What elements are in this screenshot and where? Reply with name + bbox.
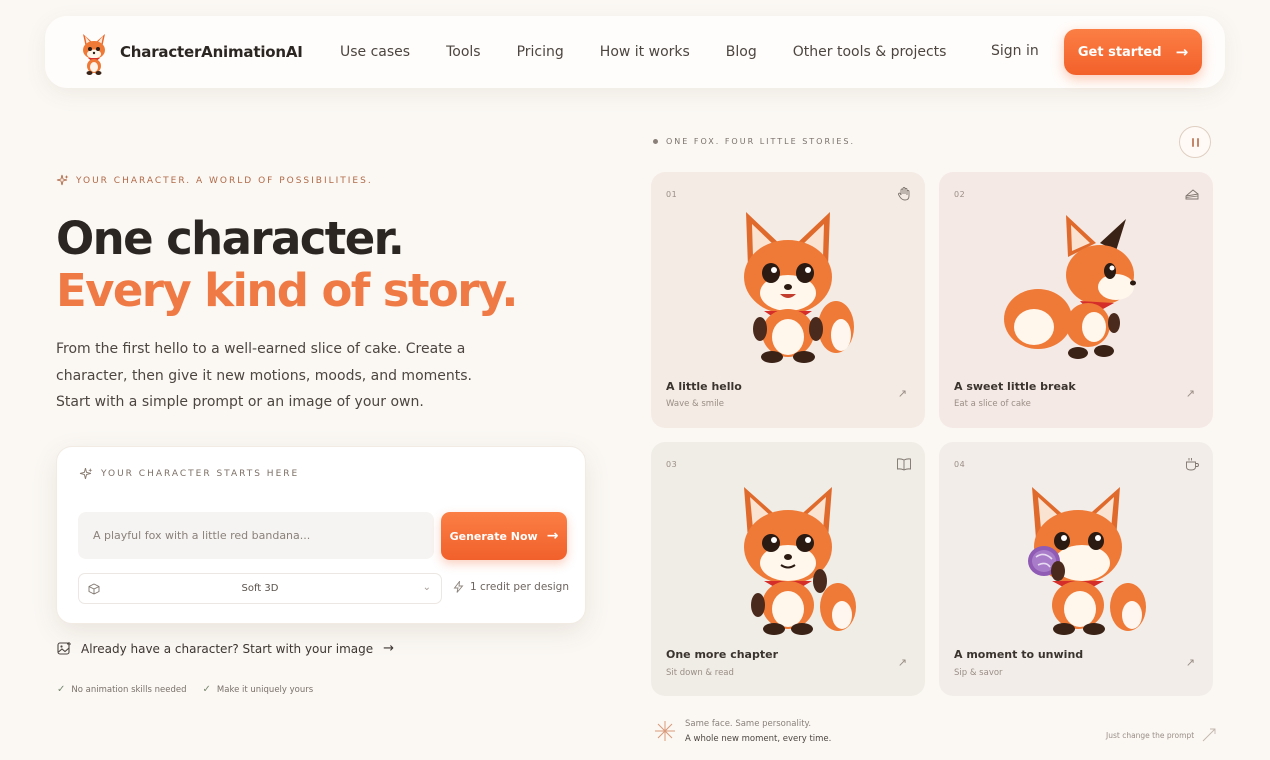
fox-waving-image xyxy=(744,212,854,363)
generate-now-button[interactable]: Generate Now → xyxy=(441,512,567,560)
story-tile-read[interactable]: 03 One more chapter Sit down & read ↗ xyxy=(651,442,925,696)
arrow-right-icon: → xyxy=(546,528,559,544)
tile-number: 04 xyxy=(954,460,966,469)
prompt-input[interactable] xyxy=(78,512,434,559)
tile-title: One more chapter xyxy=(666,648,778,661)
arrow-right-icon: → xyxy=(383,641,395,656)
fox-logo-icon xyxy=(83,34,105,75)
nav-link-blog[interactable]: Blog xyxy=(726,44,757,60)
hero-lead: From the first hello to a well-earned sl… xyxy=(56,341,472,410)
pause-button[interactable] xyxy=(1179,126,1211,158)
check-icon: ✓ xyxy=(57,684,66,695)
showcase-footer: Same face. Same personality. A whole new… xyxy=(685,717,831,747)
cake-icon xyxy=(1185,189,1199,200)
credit-text: 1 credit per design xyxy=(470,581,569,593)
creator-eyebrow: YOUR CHARACTER STARTS HERE xyxy=(79,467,299,481)
cube-icon xyxy=(88,583,100,595)
image-plus-icon xyxy=(57,642,71,655)
check-item: ✓ Make it uniquely yours xyxy=(203,684,314,695)
nav-link-how-it-works[interactable]: How it works xyxy=(600,44,690,60)
get-started-button[interactable]: Get started → xyxy=(1064,29,1202,75)
tile-number: 02 xyxy=(954,190,966,199)
tile-subtitle: Wave & smile xyxy=(666,399,725,409)
hero-eyebrow-text: YOUR CHARACTER. A WORLD OF POSSIBILITIES… xyxy=(76,175,373,186)
chevron-down-icon: ⌄ xyxy=(422,582,431,593)
nav-links: Use cases Tools Pricing How it works Blo… xyxy=(340,16,982,88)
story-tile-hello[interactable]: 01 A little hello Wave & smile ↗ xyxy=(651,172,925,428)
arrow-up-right-icon: ↗ xyxy=(897,656,907,669)
upload-image-label: Already have a character? Start with you… xyxy=(81,641,374,656)
arrow-up-right-icon: ↗ xyxy=(897,387,907,400)
check-icon: ✓ xyxy=(202,684,211,695)
upload-image-link[interactable]: Already have a character? Start with you… xyxy=(57,641,394,656)
tile-title: A moment to unwind xyxy=(954,648,1084,661)
tile-subtitle: Sip & savor xyxy=(954,668,1003,678)
style-select[interactable]: Soft 3D ⌄ xyxy=(78,573,442,604)
hero-eyebrow: YOUR CHARACTER. A WORLD OF POSSIBILITIES… xyxy=(56,174,373,187)
tile-number: 03 xyxy=(666,460,678,469)
showcase-footer-line2: A whole new moment, every time. xyxy=(685,734,832,744)
style-select-value: Soft 3D xyxy=(241,583,279,594)
nav-link-tools[interactable]: Tools xyxy=(446,44,481,60)
nav-link-other-tools[interactable]: Other tools & projects xyxy=(793,44,947,60)
sign-in-link[interactable]: Sign in xyxy=(991,43,1039,59)
showcase-eyebrow: ONE FOX. FOUR LITTLE STORIES. xyxy=(653,137,855,146)
tile-subtitle: Sit down & read xyxy=(666,668,734,678)
book-icon xyxy=(897,458,911,471)
nav-link-use-cases[interactable]: Use cases xyxy=(340,44,410,60)
tile-title: A little hello xyxy=(666,380,742,393)
story-tile-unwind[interactable]: 04 A moment to unwind Sip & savor ↗ xyxy=(939,442,1213,696)
sparkle-icon xyxy=(56,174,69,186)
sparkle-icon xyxy=(79,467,93,479)
generate-now-label: Generate Now xyxy=(449,529,538,543)
asterisk-icon xyxy=(655,721,675,741)
top-navbar: CharacterAnimationAI Use cases Tools Pri… xyxy=(45,16,1225,88)
showcase-eyebrow-text: ONE FOX. FOUR LITTLE STORIES. xyxy=(666,137,856,146)
story-tile-break[interactable]: 02 A sweet little break Eat a slice of c… xyxy=(939,172,1213,428)
bolt-icon xyxy=(453,581,464,593)
arrow-up-right-icon: ↗ xyxy=(1185,656,1195,669)
nav-link-pricing[interactable]: Pricing xyxy=(517,44,564,60)
arrow-right-icon: → xyxy=(1175,43,1189,61)
change-prompt-text: Just change the prompt xyxy=(1106,730,1195,740)
brand[interactable]: CharacterAnimationAI xyxy=(77,28,303,76)
feature-checks: ✓ No animation skills needed ✓ Make it uni… xyxy=(57,684,329,695)
fox-reading-image xyxy=(744,487,856,635)
tile-title: A sweet little break xyxy=(954,380,1076,393)
arrow-up-right-icon: ↗ xyxy=(1185,387,1195,400)
dot-icon xyxy=(653,139,658,144)
brand-name: CharacterAnimationAI xyxy=(120,43,303,61)
credit-info: 1 credit per design xyxy=(453,581,569,593)
hand-icon xyxy=(898,187,910,201)
diagonal-line-icon xyxy=(1202,728,1216,742)
tile-subtitle: Eat a slice of cake xyxy=(954,399,1031,409)
showcase-footer-line1: Same face. Same personality. xyxy=(685,719,812,729)
change-prompt-hint: Just change the prompt xyxy=(1106,728,1216,742)
check-item-label: Make it uniquely yours xyxy=(216,684,314,695)
creator-card: YOUR CHARACTER STARTS HERE Generate Now … xyxy=(56,446,586,624)
get-started-label: Get started xyxy=(1077,44,1162,60)
fox-sipping-image xyxy=(1028,487,1146,635)
cup-icon xyxy=(1186,458,1199,471)
creator-eyebrow-text: YOUR CHARACTER STARTS HERE xyxy=(101,469,300,479)
check-item-label: No animation skills needed xyxy=(71,684,187,695)
hero-title-line2: Every kind of story. xyxy=(56,264,519,317)
tile-number: 01 xyxy=(666,190,678,199)
fox-eating-cake-image xyxy=(1004,215,1136,359)
check-item: ✓ No animation skills needed xyxy=(57,684,187,695)
hero-title-line1: One character. xyxy=(56,212,405,265)
